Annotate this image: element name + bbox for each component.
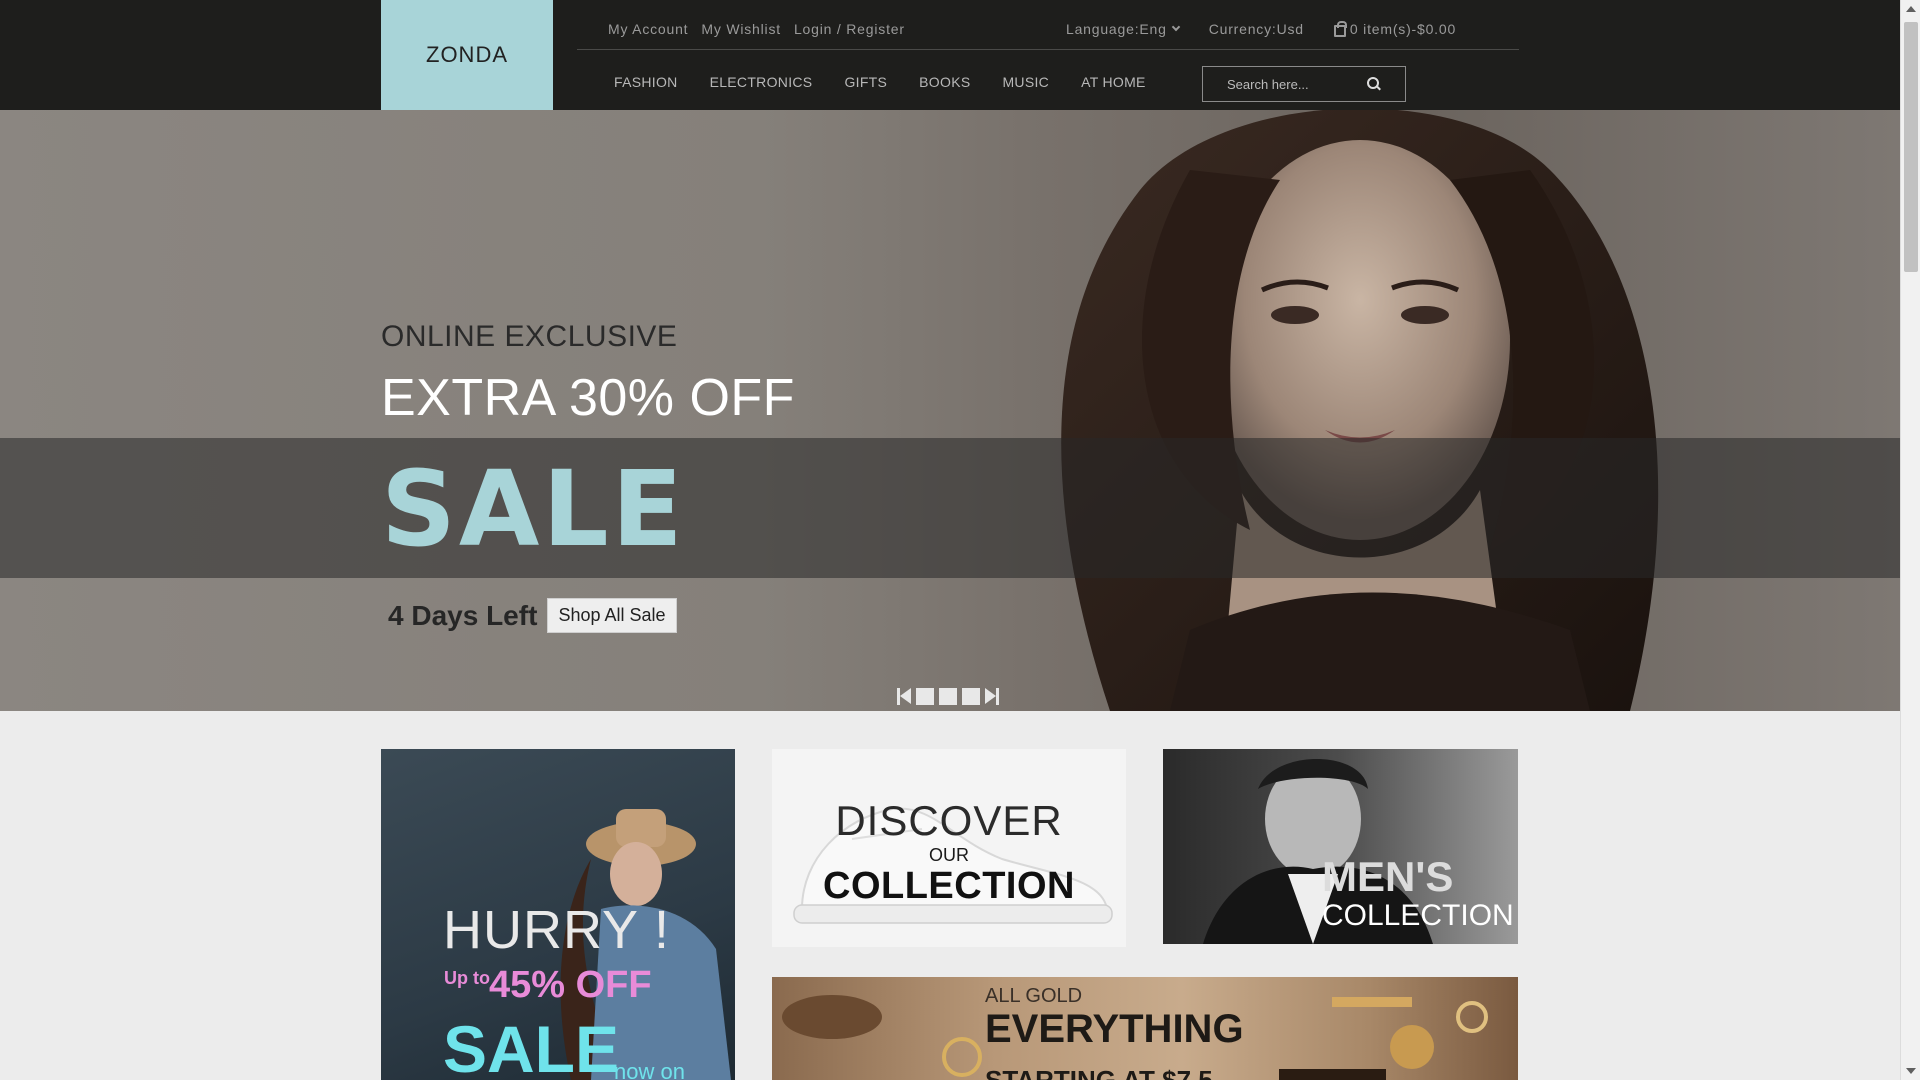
nav-item-books[interactable]: BOOKS xyxy=(919,74,970,90)
header-utilities: Language:Eng Currency:Usd 0 item(s)-$0.0… xyxy=(1066,20,1457,37)
gold-line1: ALL GOLD xyxy=(985,985,1083,1007)
nav-item-music[interactable]: MUSIC xyxy=(1002,74,1049,90)
scroll-up-icon[interactable] xyxy=(1906,6,1916,12)
my-wishlist-link[interactable]: My Wishlist xyxy=(701,21,781,37)
slide-dot[interactable] xyxy=(916,688,934,705)
search-input[interactable] xyxy=(1203,67,1363,101)
discover-line2: OUR xyxy=(929,845,969,865)
account-links: My Account My Wishlist Login / Register xyxy=(608,21,905,37)
previous-slide-icon[interactable] xyxy=(897,688,911,705)
login-register-link[interactable]: Login / Register xyxy=(794,21,905,37)
hero-subtitle: ONLINE EXCLUSIVE xyxy=(381,320,678,353)
cart-label: 0 item(s)-$0.00 xyxy=(1349,21,1457,37)
nav-item-gifts[interactable]: GIFTS xyxy=(844,74,887,90)
scroll-down-icon[interactable] xyxy=(1906,1068,1916,1074)
search-box xyxy=(1202,66,1406,102)
hero-sale-text: SALE xyxy=(381,448,686,570)
discover-line3: COLLECTION xyxy=(823,865,1075,907)
shopping-bag-icon xyxy=(1333,20,1347,37)
site-logo[interactable]: ZONDA xyxy=(381,0,553,110)
scrollbar-thumb[interactable] xyxy=(1904,22,1918,272)
hurry-upto: Up to xyxy=(444,968,490,988)
search-icon[interactable] xyxy=(1367,77,1381,91)
page-scrollbar[interactable] xyxy=(1900,0,1920,1080)
nav-item-electronics[interactable]: ELECTRONICS xyxy=(710,74,813,90)
my-account-link[interactable]: My Account xyxy=(608,21,688,37)
shop-all-sale-button[interactable]: Shop All Sale xyxy=(547,598,677,633)
cart-summary[interactable]: 0 item(s)-$0.00 xyxy=(1333,20,1457,37)
hero-band xyxy=(0,438,1900,578)
hurry-sale-text: SALE xyxy=(443,1012,620,1080)
next-slide-icon[interactable] xyxy=(985,688,999,705)
hurry-title: HURRY ! xyxy=(443,900,671,960)
language-label: Language:Eng xyxy=(1066,21,1167,37)
hurry-now-on: now on xyxy=(614,1059,685,1080)
mens-line1: MEN'S xyxy=(1322,853,1454,900)
nav-item-fashion[interactable]: FASHION xyxy=(614,74,678,90)
gold-line2: EVERYTHING xyxy=(985,1007,1244,1051)
header-divider xyxy=(577,49,1519,50)
hurry-sale-banner[interactable]: HURRY ! Up to 45% OFF SALE now on xyxy=(381,749,735,1080)
main-nav: FASHION ELECTRONICS GIFTS BOOKS MUSIC AT… xyxy=(614,74,1178,90)
discover-collection-banner[interactable]: DISCOVER OUR COLLECTION xyxy=(772,749,1126,947)
slide-dot[interactable] xyxy=(962,688,980,705)
hurry-discount: 45% OFF xyxy=(489,964,652,1006)
mens-collection-banner[interactable]: MEN'S COLLECTION xyxy=(1163,749,1518,944)
mens-line2: COLLECTION xyxy=(1322,899,1514,932)
shop-now-button[interactable] xyxy=(1279,1069,1386,1080)
site-header: ZONDA My Account My Wishlist Login / Reg… xyxy=(0,0,1900,110)
hero-days-left: 4 Days Left xyxy=(388,600,538,631)
hero-slider: ONLINE EXCLUSIVE EXTRA 30% OFF SALE 4 Da… xyxy=(0,110,1900,711)
gold-line3: STARTING AT $7.5 xyxy=(985,1065,1213,1080)
gold-jewelry-banner[interactable]: ALL GOLD EVERYTHING STARTING AT $7.5 xyxy=(772,977,1518,1080)
discover-line1: DISCOVER xyxy=(835,797,1063,844)
currency-selector[interactable]: Currency:Usd xyxy=(1209,21,1304,37)
hero-model-image xyxy=(1061,110,1659,711)
chevron-down-icon xyxy=(1171,22,1180,32)
slide-dot[interactable] xyxy=(939,688,957,705)
slider-controls xyxy=(897,688,999,705)
nav-item-at-home[interactable]: AT HOME xyxy=(1081,74,1146,90)
hero-title: EXTRA 30% OFF xyxy=(381,369,795,427)
language-selector[interactable]: Language:Eng xyxy=(1066,21,1180,37)
